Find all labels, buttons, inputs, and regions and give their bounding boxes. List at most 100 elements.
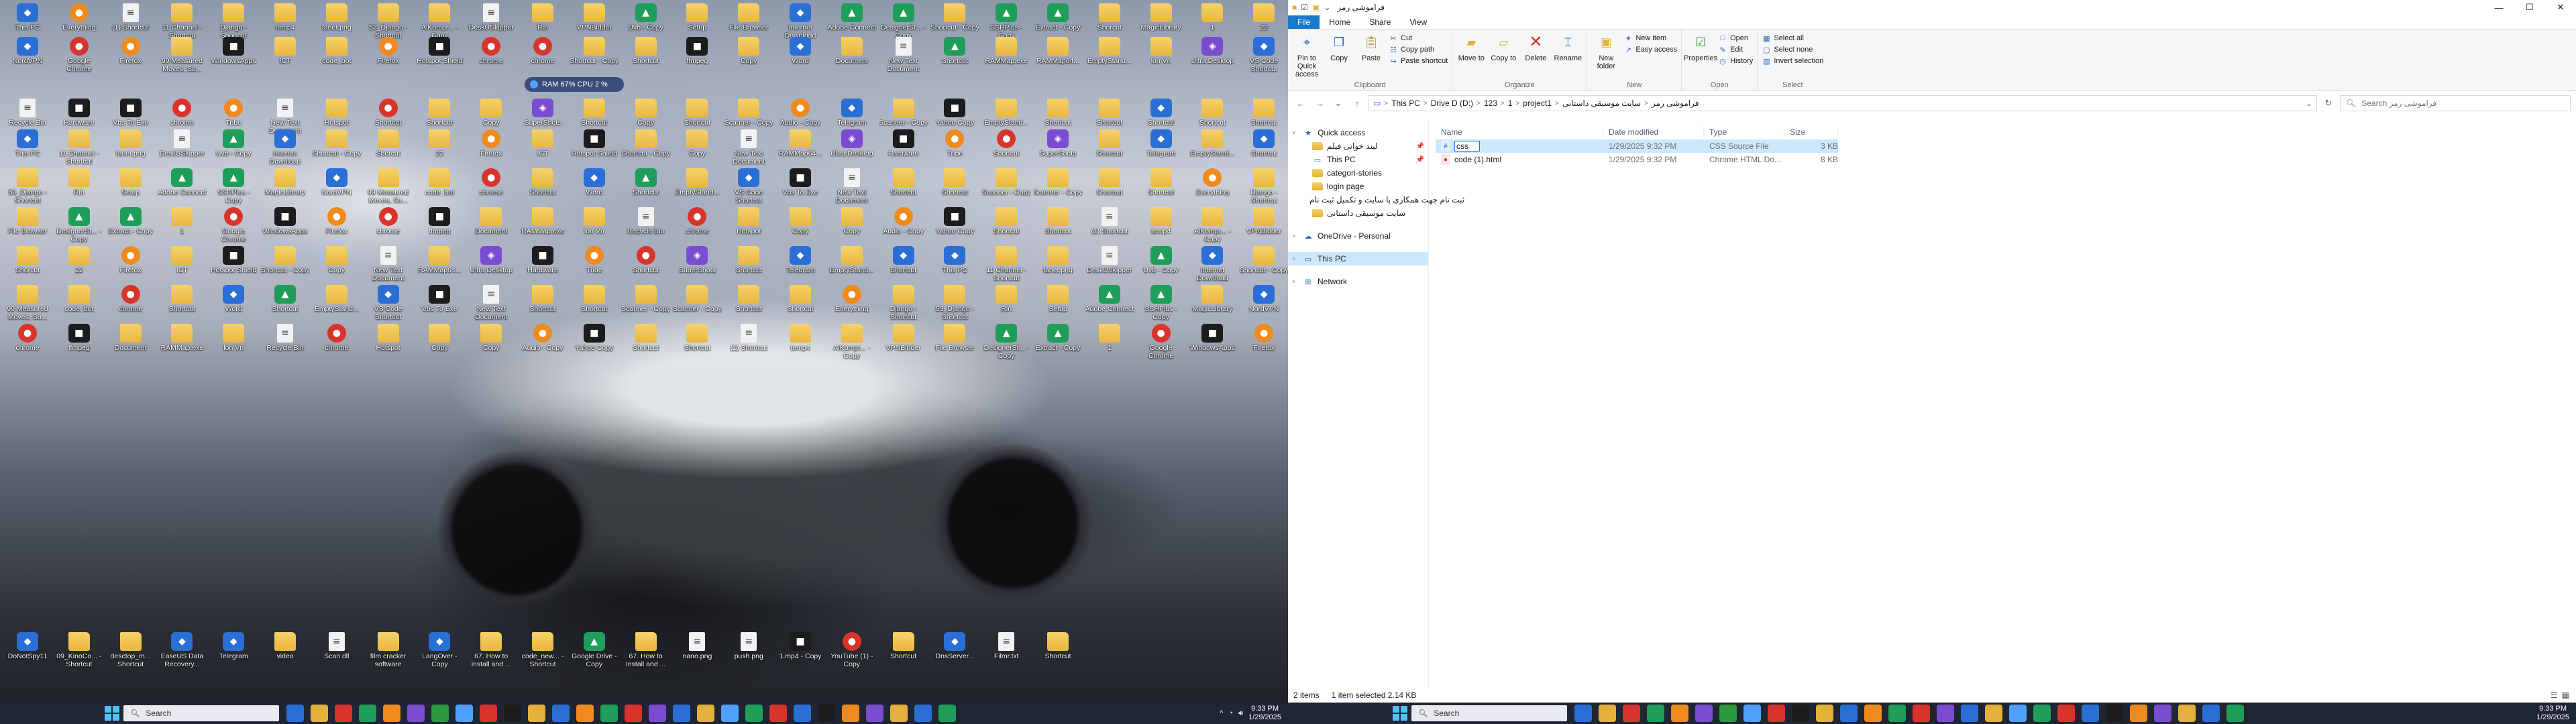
refresh-button[interactable]: ↻	[2321, 98, 2336, 109]
new-folder-icon[interactable]: ▣	[1312, 3, 1320, 12]
chevron-up-icon[interactable]: ^	[1220, 709, 1223, 717]
taskbar-app-icon[interactable]	[697, 705, 714, 722]
expander-icon[interactable]: ˅	[1292, 129, 1299, 136]
search-box[interactable]: 🔍︎ Search فراموشی رمز	[2340, 95, 2571, 111]
address-dropdown-icon[interactable]: ⌄	[2306, 99, 2312, 108]
forward-button[interactable]: →	[1312, 99, 1327, 109]
select-all-button[interactable]: ▦ Select all	[1762, 34, 1823, 43]
desktop-icon[interactable]: ● Firefox	[1239, 322, 1288, 371]
desktop-icon[interactable]: ● chrome	[466, 35, 516, 84]
taskbar-app-icon[interactable]	[359, 705, 376, 722]
taskbar-app-icon[interactable]	[1961, 705, 1978, 722]
taskbar-app-icon[interactable]	[842, 705, 859, 722]
copy-path-button[interactable]: ☷ Copy path	[1389, 45, 1448, 54]
wifi-icon[interactable]: ◔	[1228, 709, 1233, 717]
breadcrumb-item[interactable]: This PC	[1391, 99, 1420, 108]
expander-icon[interactable]: >	[1292, 278, 1299, 285]
taskbar-app-icon[interactable]	[1985, 705, 2002, 722]
desktop-icon[interactable]: Hotspot	[364, 322, 413, 371]
minimize-button[interactable]: —	[2483, 0, 2514, 15]
nav-item[interactable]: > ☁ OneDrive - Personal	[1288, 229, 1428, 243]
desktop-icon[interactable]: Shortcut	[879, 630, 928, 680]
desktop-icon[interactable]: ● YouTube (1) - Copy	[827, 630, 877, 680]
taskbar-app-icon[interactable]	[504, 705, 521, 722]
taskbar-app-icon[interactable]	[552, 705, 570, 722]
desktop-icon[interactable]: ≡ Recycle Bin	[260, 322, 310, 371]
breadcrumb-item[interactable]: project1	[1523, 99, 1552, 108]
taskbar-app-icon[interactable]	[600, 705, 618, 722]
desktop-icon[interactable]: ◆ VS Code Shortcut	[1239, 35, 1288, 84]
desktop-icon[interactable]: ■ Hotspot Shield	[415, 35, 464, 84]
desktop-icon[interactable]: temp4	[775, 322, 825, 371]
desktop-icon[interactable]: film cracker software	[364, 630, 413, 680]
desktop-icon[interactable]: 09_KinoCo... - Shortcut	[54, 630, 104, 680]
easy-access-button[interactable]: ↗ Easy access	[1623, 45, 1677, 54]
desktop-icon[interactable]: ▲ Google Drive - Copy	[570, 630, 619, 680]
paste-shortcut-button[interactable]: ↪ Paste shortcut	[1389, 56, 1448, 66]
start-button[interactable]	[105, 706, 119, 721]
desktop-icon[interactable]: ≡ (1) Shortcut	[724, 322, 773, 371]
taskbar-app-icon[interactable]	[431, 705, 449, 722]
desktop-icon[interactable]: ■ ffmpeg	[54, 322, 104, 371]
nav-item[interactable]: > ⊞ Network	[1288, 275, 1428, 288]
taskbar-clock[interactable]: 9:33 PM 1/29/2025	[1248, 705, 1281, 722]
taskbar-app-icon[interactable]	[1743, 705, 1761, 722]
taskbar-app-icon[interactable]	[2057, 705, 2075, 722]
column-type[interactable]: Type	[1704, 127, 1784, 137]
desktop-icon[interactable]: 1	[1085, 322, 1134, 371]
chevron-right-icon[interactable]: >	[1501, 100, 1505, 107]
taskbar-app-icon[interactable]	[2178, 705, 2196, 722]
taskbar-app-icon[interactable]	[866, 705, 883, 722]
desktop-icon[interactable]: Document	[106, 322, 156, 371]
desktop-icon[interactable]: RAMMap.exe	[157, 322, 207, 371]
address-bar[interactable]: ▭ > This PC > Drive D (D:) >123 >1 > project1 > س…	[1368, 95, 2317, 111]
taskbar-app-icon[interactable]	[1671, 705, 1688, 722]
desktop-icon[interactable]: ■ WindowsApps	[1187, 322, 1237, 371]
taskbar-app-icon[interactable]	[673, 705, 690, 722]
nav-item[interactable]: login page	[1288, 180, 1428, 193]
desktop-icon[interactable]: Copy	[724, 35, 773, 84]
desktop-icon[interactable]: ▲ DesignerSt... - Copy	[981, 322, 1031, 371]
copy-button[interactable]: ❐ Copy	[1324, 32, 1354, 62]
nav-item[interactable]: سایت موسیقی داستانی	[1288, 206, 1428, 220]
taskbar-search[interactable]: 🔍︎ Search	[123, 705, 279, 721]
column-name[interactable]: Name	[1436, 127, 1603, 137]
volume-icon[interactable]: 🔊︎	[1238, 709, 1243, 718]
taskbar-app-icon[interactable]	[938, 705, 956, 722]
desktop-icon[interactable]: Document	[827, 35, 877, 84]
taskbar-app-icon[interactable]	[794, 705, 811, 722]
large-icons-view-icon[interactable]: ▦	[2562, 690, 2569, 700]
breadcrumb-item[interactable]: فراموشی رمز	[1652, 99, 1699, 108]
desktop-icon[interactable]: video	[260, 630, 310, 680]
expander-icon[interactable]: >	[1292, 233, 1299, 239]
nav-item[interactable]: > ▭ This PC	[1288, 252, 1428, 265]
desktop-icon[interactable]: lon Vn	[1136, 35, 1186, 84]
taskbar-app-icon[interactable]	[649, 705, 666, 722]
taskbar-search-2[interactable]: 🔍︎ Search	[1411, 705, 1567, 721]
close-button[interactable]: ✕	[2545, 0, 2576, 15]
desktop-icon[interactable]: Copy	[466, 322, 516, 371]
taskbar-app-icon[interactable]	[1623, 705, 1640, 722]
nav-item[interactable]: ▭ This PC 📌	[1288, 153, 1428, 166]
desktop-icon[interactable]: desctop_m... Shortcut	[106, 630, 156, 680]
desktop-icon[interactable]: code_bot	[312, 35, 362, 84]
taskbar-app-icon[interactable]	[2202, 705, 2220, 722]
taskbar-app-icon[interactable]	[286, 705, 304, 722]
properties-icon[interactable]: ☑	[1301, 3, 1308, 12]
desktop-icon[interactable]: Shortcut	[621, 35, 671, 84]
taskbar-app-icon[interactable]	[1840, 705, 1858, 722]
open-button[interactable]: □ Open	[1718, 34, 1753, 43]
taskbar-app-icon[interactable]	[2033, 705, 2051, 722]
chevron-right-icon[interactable]: >	[1644, 100, 1648, 107]
desktop-icon[interactable]: ◆ LangOver - Copy	[415, 630, 464, 680]
taskbar-app-icon[interactable]	[1913, 705, 1930, 722]
taskbar-app-icon[interactable]	[2226, 705, 2244, 722]
desktop-icon[interactable]: ≡New Text Document	[879, 35, 928, 84]
breadcrumb-item[interactable]: 123	[1484, 99, 1497, 108]
recent-locations-button[interactable]: ⌄	[1331, 98, 1346, 109]
desktop-icon[interactable]: ◆ Word	[775, 35, 825, 84]
taskbar-app-icon[interactable]	[1937, 705, 1954, 722]
desktop-icon[interactable]: ■ WindowsApps	[209, 35, 258, 84]
taskbar-app-icon[interactable]	[455, 705, 473, 722]
desktop-icon[interactable]: ≡ Scan.dll	[312, 630, 362, 680]
